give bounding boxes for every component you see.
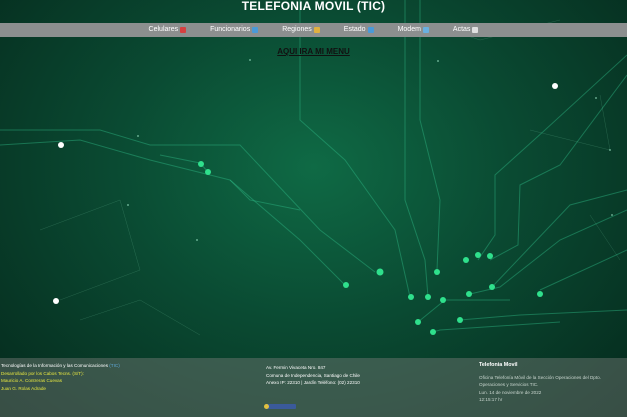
nav-item-regiones[interactable]: Regiones bbox=[270, 23, 332, 37]
footer-info: Telefonia Movil Oficina Telefonía Móvil … bbox=[479, 362, 601, 404]
footer-date: Lun. 14 de noviembre de 2022 bbox=[479, 389, 542, 395]
nav-item-estado[interactable]: Estado bbox=[332, 23, 386, 37]
phone-icon bbox=[180, 27, 187, 33]
footer-tic-link[interactable]: (TIC) bbox=[109, 363, 119, 368]
footer-street: Av. Fermin Vivaceta Nro. 847 bbox=[266, 365, 326, 370]
footer: Tecnologías de la Información y las Comu… bbox=[0, 358, 627, 417]
nav-label: Funcionarios bbox=[210, 26, 251, 33]
person-icon bbox=[252, 27, 259, 33]
footer-developer-2: Juan G. Rolas Adrade bbox=[1, 385, 46, 391]
footer-time: 12:15:17 hr bbox=[479, 397, 503, 402]
nav-label: Actas bbox=[452, 26, 471, 33]
document-icon bbox=[472, 27, 479, 33]
menu-placeholder-link[interactable]: AQUI IRA MI MENU bbox=[0, 47, 627, 56]
nav-label: Celulares bbox=[148, 26, 179, 33]
page-title: TELEFONIA MOVIL (TIC) bbox=[241, 0, 386, 13]
footer-badge[interactable] bbox=[264, 404, 296, 409]
footer-info-desc: Oficina Telefonía Móvil de la Sección Op… bbox=[479, 374, 601, 380]
footer-info-dept: Operaciones y Servicios TIC. bbox=[479, 382, 539, 387]
nav-label: Regiones bbox=[282, 26, 312, 33]
footer-developer-1: Mauricio A. Contreras Cuevas bbox=[1, 378, 63, 383]
nav-label: Modem bbox=[397, 26, 421, 33]
status-icon bbox=[367, 27, 374, 33]
footer-credits: Tecnologías de la Información y las Comu… bbox=[1, 362, 120, 392]
footer-org-text: Tecnologías de la Información y las Comu… bbox=[1, 363, 108, 368]
footer-developed-by: Desarrollado por los Cabos Tecns. (S/T): bbox=[1, 370, 84, 376]
top-nav-bar: Celulares Funcionarios Regiones Estado M… bbox=[0, 23, 627, 37]
footer-phones: Anexo IP: 22310 | Jardín Teléfono: (02) … bbox=[266, 380, 360, 385]
footer-info-title: Telefonia Movil bbox=[479, 362, 518, 368]
circuit-background bbox=[0, 0, 627, 336]
badge-icon bbox=[264, 404, 269, 409]
chart-icon bbox=[422, 27, 429, 33]
footer-address: Av. Fermin Vivaceta Nro. 847 Comuna de I… bbox=[266, 364, 360, 387]
nav-item-modem[interactable]: Modem bbox=[386, 23, 441, 37]
nav-item-celulares[interactable]: Celulares bbox=[137, 23, 199, 37]
nav-item-actas[interactable]: Actas bbox=[441, 23, 491, 37]
nav-item-funcionarios[interactable]: Funcionarios bbox=[198, 23, 270, 37]
footer-org-line: Tecnologías de la Información y las Comu… bbox=[1, 362, 120, 370]
map-icon bbox=[313, 27, 320, 33]
footer-city: Comuna de Independencia, Santiago de Chi… bbox=[266, 372, 360, 378]
nav-label: Estado bbox=[343, 26, 366, 33]
